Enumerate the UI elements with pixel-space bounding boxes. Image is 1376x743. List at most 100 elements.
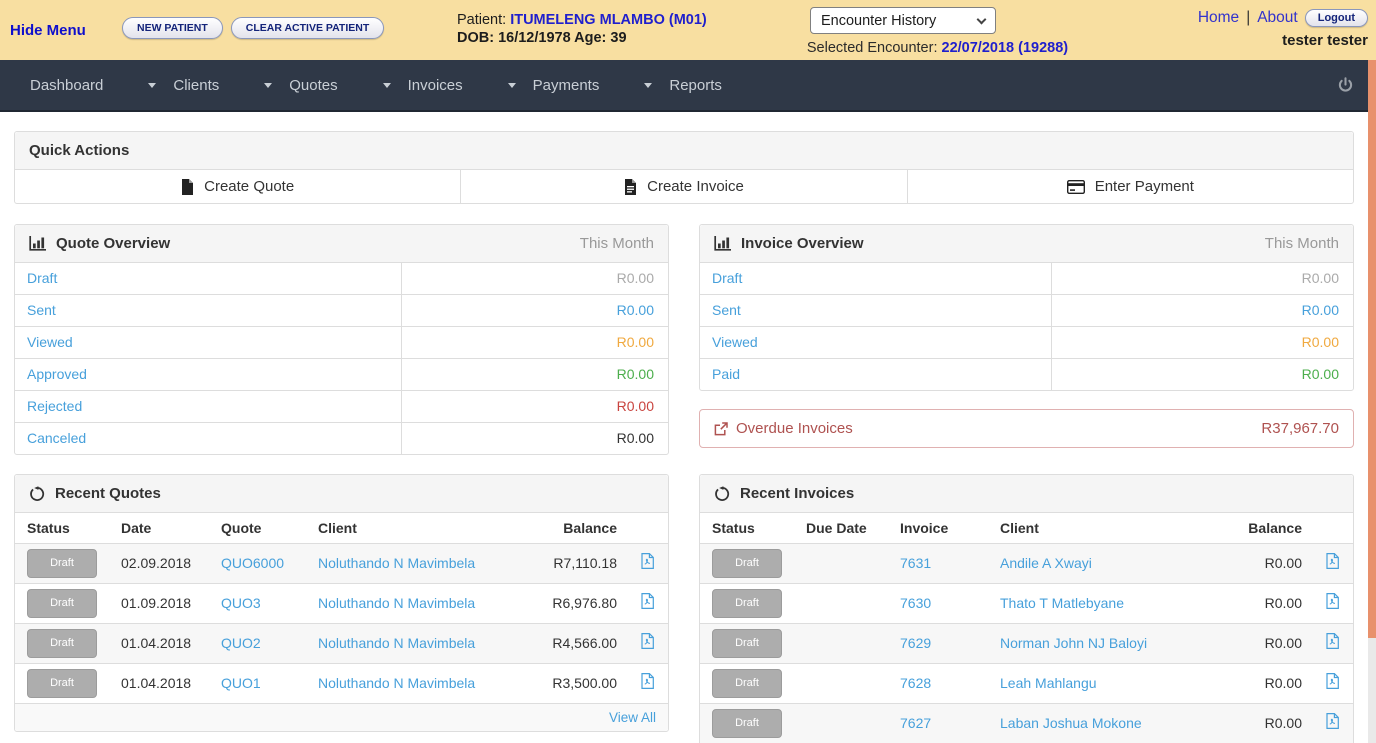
table-row: Draft 01.09.2018 QUO3 Noluthando N Mavim…	[15, 584, 668, 624]
page-scrollbar[interactable]	[1368, 60, 1376, 743]
nav-item-payments[interactable]: Payments	[508, 77, 600, 94]
invoice-due-date	[794, 664, 888, 704]
encounter-block: Encounter History Selected Encounter: 22…	[797, 7, 1078, 56]
recent-quotes-table: Status Date Quote Client Balance Draft 0…	[15, 513, 668, 704]
pdf-file-icon[interactable]	[1326, 713, 1339, 729]
nav-label: Invoices	[408, 77, 463, 94]
quote-balance: R3,500.00	[537, 664, 629, 704]
clear-active-patient-button[interactable]: CLEAR ACTIVE PATIENT	[231, 17, 384, 39]
logout-button[interactable]: Logout	[1305, 9, 1368, 27]
caret-down-icon	[148, 83, 156, 88]
overview-row: Draft R0.00	[15, 263, 668, 295]
quote-number-link[interactable]: QUO6000	[221, 555, 284, 571]
col-header-due-date: Due Date	[794, 513, 888, 544]
status-badge: Draft	[712, 709, 782, 738]
client-link[interactable]: Leah Mahlangu	[1000, 675, 1097, 691]
col-header-status: Status	[700, 513, 794, 544]
overview-row: Draft R0.00	[700, 263, 1353, 295]
pdf-file-icon[interactable]	[641, 633, 654, 649]
table-row: Draft 7629 Norman John NJ Baloyi R0.00	[700, 624, 1353, 664]
quote-status-sent-link[interactable]: Sent	[27, 302, 56, 318]
quote-balance: R4,566.00	[537, 624, 629, 664]
hide-menu-link[interactable]: Hide Menu	[10, 22, 86, 39]
pdf-file-icon[interactable]	[641, 593, 654, 609]
invoice-status-draft-link[interactable]: Draft	[712, 270, 742, 286]
client-link[interactable]: Noluthando N Mavimbela	[318, 675, 475, 691]
client-link[interactable]: Thato T Matlebyane	[1000, 595, 1124, 611]
client-link[interactable]: Andile A Xwayi	[1000, 555, 1092, 571]
invoice-balance: R0.00	[1222, 624, 1314, 664]
account-block: Home | About Logout tester tester	[1198, 9, 1368, 49]
invoice-status-sent-link[interactable]: Sent	[712, 302, 741, 318]
quote-draft-amount: R0.00	[401, 263, 668, 294]
pdf-file-icon[interactable]	[641, 673, 654, 689]
invoice-number-link[interactable]: 7630	[900, 595, 931, 611]
credit-card-icon	[1067, 180, 1085, 194]
table-row: Draft 7628 Leah Mahlangu R0.00	[700, 664, 1353, 704]
quote-canceled-amount: R0.00	[401, 423, 668, 454]
overview-row: Rejected R0.00	[15, 391, 668, 423]
client-link[interactable]: Laban Joshua Mokone	[1000, 715, 1142, 731]
overview-row: Sent R0.00	[700, 295, 1353, 327]
quote-number-link[interactable]: QUO3	[221, 595, 261, 611]
about-link[interactable]: About	[1257, 9, 1298, 27]
home-link[interactable]: Home	[1198, 9, 1239, 27]
quick-actions-title: Quick Actions	[29, 142, 129, 159]
pdf-file-icon[interactable]	[1326, 593, 1339, 609]
quote-overview-panel: Quote Overview This Month Draft R0.00 Se…	[14, 224, 669, 455]
nav-item-clients[interactable]: Clients	[148, 77, 219, 94]
client-link[interactable]: Noluthando N Mavimbela	[318, 555, 475, 571]
create-invoice-button[interactable]: Create Invoice	[460, 170, 906, 203]
pdf-file-icon[interactable]	[1326, 673, 1339, 689]
quote-status-draft-link[interactable]: Draft	[27, 270, 57, 286]
pdf-file-icon[interactable]	[1326, 633, 1339, 649]
recent-invoices-panel: Recent Invoices Status Due Date Invoice …	[699, 474, 1354, 743]
quote-status-approved-link[interactable]: Approved	[27, 366, 87, 382]
client-link[interactable]: Noluthando N Mavimbela	[318, 635, 475, 651]
new-patient-button[interactable]: NEW PATIENT	[122, 17, 223, 39]
patient-dob-age: DOB: 16/12/1978 Age: 39	[457, 29, 707, 47]
nav-item-reports[interactable]: Reports	[644, 77, 722, 94]
caret-down-icon	[508, 83, 516, 88]
nav-item-quotes[interactable]: Quotes	[264, 77, 337, 94]
quote-number-link[interactable]: QUO2	[221, 635, 261, 651]
bar-chart-icon	[714, 236, 731, 251]
invoice-number-link[interactable]: 7629	[900, 635, 931, 651]
link-separator: |	[1246, 9, 1250, 27]
nav-item-invoices[interactable]: Invoices	[383, 77, 463, 94]
quote-number-link[interactable]: QUO1	[221, 675, 261, 691]
quick-actions-header: Quick Actions	[15, 132, 1353, 170]
bar-chart-icon	[29, 236, 46, 251]
pdf-file-icon[interactable]	[641, 553, 654, 569]
dashboard-content: Quick Actions Create Quote Create Invoic…	[0, 112, 1376, 743]
client-link[interactable]: Norman John NJ Baloyi	[1000, 635, 1147, 651]
invoice-number-link[interactable]: 7631	[900, 555, 931, 571]
quote-status-canceled-link[interactable]: Canceled	[27, 430, 86, 446]
client-link[interactable]: Noluthando N Mavimbela	[318, 595, 475, 611]
invoice-number-link[interactable]: 7627	[900, 715, 931, 731]
scrollbar-thumb[interactable]	[1368, 60, 1376, 638]
encounter-history-select[interactable]: Encounter History	[810, 7, 996, 34]
power-icon[interactable]	[1337, 77, 1354, 94]
enter-payment-button[interactable]: Enter Payment	[907, 170, 1353, 203]
create-quote-button[interactable]: Create Quote	[15, 170, 460, 203]
quote-balance: R6,976.80	[537, 584, 629, 624]
overview-row: Canceled R0.00	[15, 423, 668, 454]
quote-status-viewed-link[interactable]: Viewed	[27, 334, 73, 350]
recent-quotes-panel: Recent Quotes Status Date Quote Client B…	[14, 474, 669, 732]
quote-status-rejected-link[interactable]: Rejected	[27, 398, 82, 414]
invoice-overview-panel: Invoice Overview This Month Draft R0.00 …	[699, 224, 1354, 391]
pdf-file-icon[interactable]	[1326, 553, 1339, 569]
caret-down-icon	[644, 83, 652, 88]
nav-item-dashboard[interactable]: Dashboard	[30, 77, 103, 94]
selected-encounter-value[interactable]: 22/07/2018 (19288)	[942, 40, 1069, 56]
overdue-invoices-link[interactable]: Overdue Invoices R37,967.70	[699, 409, 1354, 448]
table-row: Draft 7631 Andile A Xwayi R0.00	[700, 544, 1353, 584]
invoice-status-viewed-link[interactable]: Viewed	[712, 334, 758, 350]
col-header-balance: Balance	[1222, 513, 1314, 544]
invoice-number-link[interactable]: 7628	[900, 675, 931, 691]
invoice-status-paid-link[interactable]: Paid	[712, 366, 740, 382]
view-all-quotes-link[interactable]: View All	[609, 710, 656, 725]
overview-row: Approved R0.00	[15, 359, 668, 391]
invoice-paid-amount: R0.00	[1051, 359, 1353, 390]
